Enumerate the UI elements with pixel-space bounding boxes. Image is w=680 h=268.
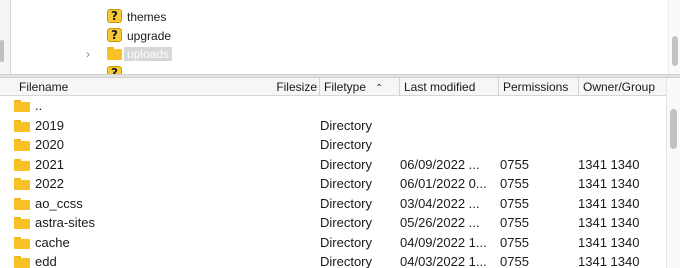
tree-vertical-scrollbar[interactable]	[668, 0, 680, 74]
cell-filetype: Directory	[320, 215, 373, 230]
tree-item-label: upgrade	[127, 29, 172, 43]
cell-filetype: Directory	[320, 117, 373, 133]
cell-permissions: 0755	[500, 156, 529, 172]
cell-filename: 2022	[35, 176, 64, 191]
question-folder-icon: ?	[107, 66, 122, 74]
column-filename-label: Filename	[19, 80, 69, 94]
cell-modified: 03/04/2022 ...	[400, 195, 480, 211]
table-row[interactable]: ..	[0, 96, 666, 116]
cell-modified: 06/09/2022 ...	[400, 156, 480, 172]
column-filesize-label: Filesize	[276, 80, 317, 94]
table-row[interactable]: 2019 Directory	[0, 116, 666, 136]
cell-permissions: 0755	[500, 215, 529, 230]
remote-file-list[interactable]: Filename Filesize Filetype ⌃ Last modifie…	[0, 78, 680, 268]
tree-item-label: uploads	[124, 47, 173, 61]
table-row[interactable]: ao_ccss Directory 03/04/2022 ... 0755 13…	[0, 194, 666, 214]
folder-icon	[14, 197, 30, 210]
column-filetype-label: Filetype	[324, 80, 367, 94]
folder-icon	[14, 236, 30, 249]
tree-item-upgrade[interactable]: ? upgrade	[0, 27, 660, 45]
cell-filename: 2019	[35, 117, 64, 133]
table-row[interactable]: 2020 Directory	[0, 135, 666, 155]
cell-owner: 1341 1340	[578, 156, 640, 172]
column-owner-group[interactable]: Owner/Group	[578, 78, 666, 96]
cell-permissions: 0755	[500, 254, 529, 268]
folder-icon	[14, 119, 30, 132]
folder-icon	[14, 139, 30, 151]
cell-permissions: 0755	[500, 176, 529, 191]
column-last-modified-label: Last modified	[404, 80, 476, 94]
file-list-scroll-thumb[interactable]	[670, 109, 677, 149]
cell-filetype: Directory	[320, 137, 373, 152]
cell-owner: 1341 1340	[578, 195, 640, 211]
folder-icon	[107, 46, 122, 60]
question-folder-icon: ?	[107, 9, 122, 23]
table-row[interactable]: cache Directory 04/09/2022 1... 0755 134…	[0, 233, 666, 253]
column-filetype[interactable]: Filetype ⌃	[319, 78, 399, 96]
folder-icon	[14, 178, 30, 190]
tree-item-label: themes	[127, 10, 167, 24]
cell-owner: 1341 1340	[578, 254, 640, 268]
column-owner-group-label: Owner/Group	[583, 80, 656, 94]
tree-item-partial: ?	[0, 66, 660, 74]
cell-filename: edd	[35, 254, 57, 268]
cell-filetype: Directory	[320, 176, 373, 191]
folder-icon	[14, 100, 30, 112]
cell-permissions: 0755	[500, 234, 529, 250]
column-permissions-label: Permissions	[503, 80, 569, 94]
folder-icon	[14, 256, 30, 268]
cell-owner: 1341 1340	[578, 234, 640, 250]
cell-modified: 06/01/2022 0...	[400, 176, 487, 191]
cell-filename: ..	[35, 98, 43, 113]
table-row[interactable]: 2021 Directory 06/09/2022 ... 0755 1341 …	[0, 155, 666, 175]
cell-modified: 04/09/2022 1...	[400, 234, 487, 250]
cell-filename: 2021	[35, 156, 64, 172]
column-filename[interactable]: Filename	[19, 78, 274, 96]
tree-scroll-thumb[interactable]	[672, 36, 678, 66]
file-list-header: Filename Filesize Filetype ⌃ Last modifie…	[0, 78, 666, 96]
cell-filename: cache	[35, 234, 70, 250]
cell-filetype: Directory	[320, 195, 373, 211]
tree-item-uploads[interactable]: › uploads	[0, 45, 660, 63]
cell-filename: 2020	[35, 137, 64, 152]
table-row[interactable]: astra-sites Directory 05/26/2022 ... 075…	[0, 213, 666, 233]
cell-filename: ao_ccss	[35, 195, 83, 211]
cell-filename: astra-sites	[35, 215, 95, 230]
cell-filetype: Directory	[320, 254, 373, 268]
cell-owner: 1341 1340	[578, 176, 640, 191]
folder-icon	[14, 217, 30, 229]
cell-modified: 04/03/2022 1...	[400, 254, 487, 268]
table-row[interactable]: 2022 Directory 06/01/2022 0... 0755 1341…	[0, 174, 666, 194]
file-list-vertical-scrollbar[interactable]	[666, 78, 680, 268]
file-rows: .. 2019 Directory 2020 Directory 2021 Di…	[0, 96, 666, 268]
folder-icon	[14, 158, 30, 171]
table-row[interactable]: edd Directory 04/03/2022 1... 0755 1341 …	[0, 252, 666, 268]
tree-item-themes[interactable]: ? themes	[0, 8, 660, 26]
cell-permissions: 0755	[500, 195, 529, 211]
cell-filetype: Directory	[320, 156, 373, 172]
question-folder-icon: ?	[107, 28, 122, 42]
column-permissions[interactable]: Permissions	[498, 78, 578, 96]
cell-filetype: Directory	[320, 234, 373, 250]
remote-directory-tree[interactable]: ? themes ? upgrade › uploads ?	[0, 0, 680, 74]
cell-owner: 1341 1340	[578, 215, 640, 230]
cell-modified: 05/26/2022 ...	[400, 215, 480, 230]
column-filesize[interactable]: Filesize	[274, 78, 319, 96]
chevron-right-icon[interactable]: ›	[86, 47, 98, 61]
column-last-modified[interactable]: Last modified	[399, 78, 498, 96]
